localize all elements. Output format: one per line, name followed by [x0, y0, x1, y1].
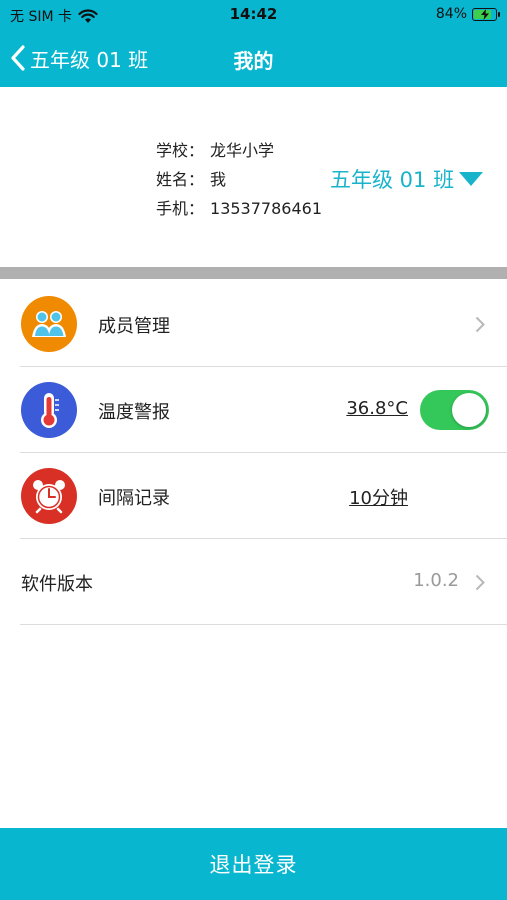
status-right: 84%	[435, 6, 500, 22]
phone-value: 13537786461	[210, 199, 322, 218]
interval-record-row: 间隔记录 10分钟	[0, 453, 507, 539]
name-row: 姓名： 我	[156, 166, 226, 190]
members-label: 成员管理	[98, 316, 170, 337]
interval-value[interactable]: 10分钟	[349, 484, 408, 510]
section-divider	[0, 267, 507, 279]
profile-section: 学校： 龙华小学 姓名： 我 手机： 13537786461 五年级 01 班	[0, 87, 507, 267]
status-bar: 无 SIM 卡 14:42 84%	[0, 0, 507, 30]
alarm-clock-icon	[21, 468, 77, 524]
school-value: 龙华小学	[210, 141, 275, 160]
software-version-label: 软件版本	[21, 574, 93, 595]
charging-bolt-icon	[481, 8, 489, 20]
members-row[interactable]: 成员管理	[0, 281, 507, 367]
temperature-alert-toggle[interactable]	[420, 390, 489, 430]
interval-record-label: 间隔记录	[98, 488, 170, 509]
temperature-threshold-value[interactable]: 36.8°C	[346, 398, 408, 419]
name-value: 我	[210, 170, 227, 189]
logout-label: 退出登录	[209, 853, 298, 877]
page-title: 我的	[233, 49, 274, 73]
toggle-knob	[452, 393, 486, 427]
row-separator	[20, 624, 507, 625]
logout-button[interactable]: 退出登录	[0, 828, 507, 900]
battery-percent: 84%	[435, 6, 467, 22]
phone-label: 手机：	[156, 199, 205, 218]
school-row: 学校： 龙华小学	[156, 137, 274, 161]
triangle-down-icon	[459, 172, 484, 186]
class-selector-label: 五年级 01 班	[330, 168, 455, 192]
thermometer-icon	[21, 382, 77, 438]
battery-icon	[472, 7, 500, 21]
school-label: 学校：	[156, 141, 205, 160]
phone-row: 手机： 13537786461	[156, 195, 322, 219]
chevron-right-icon	[475, 574, 485, 591]
nav-bar: 五年级 01 班 我的	[0, 30, 507, 87]
software-version-row[interactable]: 软件版本 1.0.2	[0, 539, 507, 625]
class-selector[interactable]: 五年级 01 班	[330, 164, 484, 194]
members-icon	[21, 296, 77, 352]
software-version-value: 1.0.2	[413, 570, 459, 591]
temperature-alert-label: 温度警报	[98, 402, 170, 423]
chevron-right-icon	[475, 316, 485, 333]
temperature-alert-row: 温度警报 36.8°C	[0, 367, 507, 453]
name-label: 姓名：	[156, 170, 205, 189]
status-time: 14:42	[229, 5, 278, 23]
